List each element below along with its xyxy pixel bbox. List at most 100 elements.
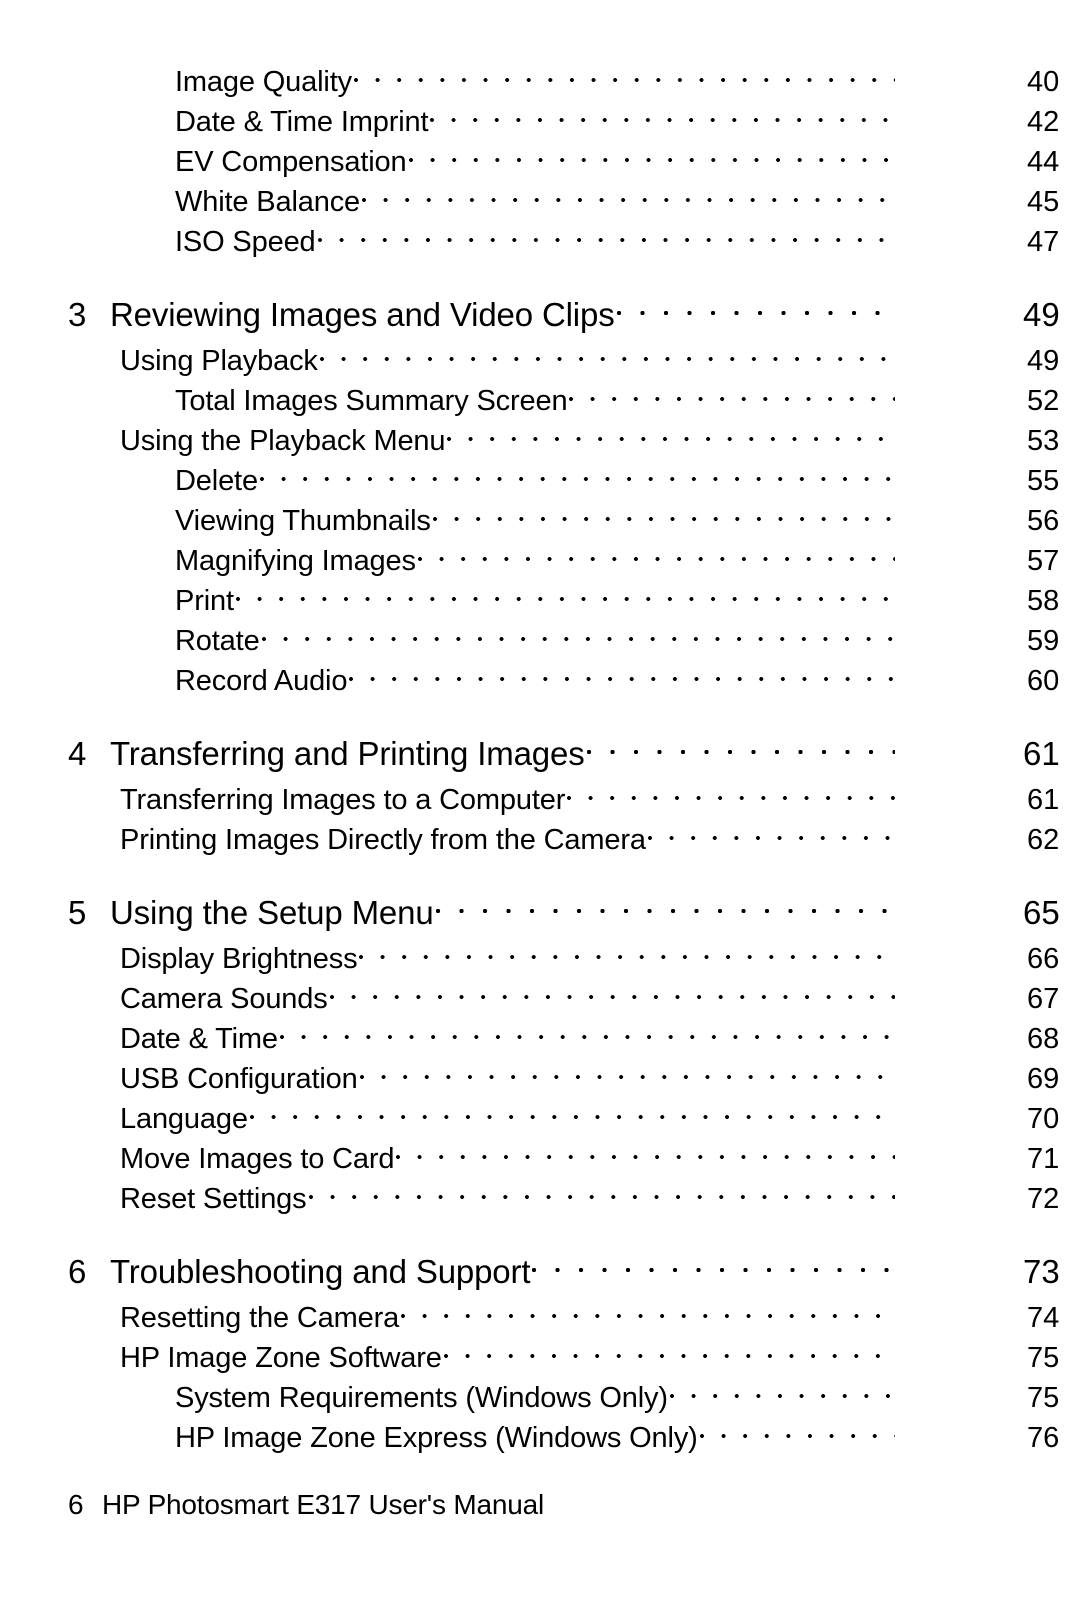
dot-leader bbox=[699, 1418, 895, 1447]
dot-leader bbox=[319, 341, 895, 370]
toc-entry-page-number: 62 bbox=[1027, 824, 1060, 856]
dot-leader bbox=[401, 1298, 895, 1327]
toc-entry-row[interactable]: Viewing Thumbnails 56 bbox=[0, 501, 1080, 541]
toc-entry-row[interactable]: Using the Playback Menu 53 bbox=[0, 421, 1080, 461]
toc-chapter-number: 6 bbox=[68, 1253, 87, 1290]
toc-entry-row[interactable]: Camera Sounds 67 bbox=[0, 979, 1080, 1019]
dot-leader bbox=[435, 891, 895, 924]
dot-leader bbox=[586, 732, 895, 765]
toc-entry-title: Date & Time Imprint bbox=[175, 106, 429, 138]
toc-entry-title: HP Image Zone Express (Windows Only) bbox=[175, 1422, 698, 1454]
toc-entry-title: Resetting the Camera bbox=[120, 1302, 400, 1334]
toc-entry-page-number: 42 bbox=[1027, 106, 1060, 138]
toc-entry-title: Reset Settings bbox=[120, 1183, 307, 1215]
toc-entry-row[interactable]: Reset Settings 72 bbox=[0, 1179, 1080, 1219]
toc-entry-title: HP Image Zone Software bbox=[120, 1342, 442, 1374]
toc-entry-row[interactable]: Record Audio 60 bbox=[0, 661, 1080, 701]
table-of-contents: Image Quality 40 Date & Time Imprint 42 EV C… bbox=[0, 62, 1080, 1458]
toc-entry-page-number: 67 bbox=[1027, 983, 1060, 1015]
toc-entry-title: Transferring and Printing Images bbox=[110, 735, 585, 772]
dot-leader bbox=[353, 62, 895, 91]
toc-entry-page-number: 65 bbox=[1023, 894, 1060, 931]
toc-entry-page-number: 61 bbox=[1027, 784, 1060, 816]
toc-entry-row[interactable]: Display Brightness 66 bbox=[0, 939, 1080, 979]
toc-entry-row[interactable]: Language 70 bbox=[0, 1099, 1080, 1139]
dot-leader bbox=[249, 1099, 895, 1128]
dot-leader bbox=[532, 1250, 895, 1283]
toc-entry-title: Display Brightness bbox=[120, 943, 358, 975]
toc-entry-row[interactable]: Rotate 59 bbox=[0, 621, 1080, 661]
toc-entry-page-number: 49 bbox=[1027, 345, 1060, 377]
toc-entry-page-number: 68 bbox=[1027, 1023, 1060, 1055]
dot-leader bbox=[569, 381, 895, 410]
toc-entry-row[interactable]: Magnifying Images 57 bbox=[0, 541, 1080, 581]
toc-entry-title: Total Images Summary Screen bbox=[175, 385, 568, 417]
toc-chapter-row[interactable]: 4 Transferring and Printing Images 61 bbox=[0, 728, 1080, 780]
toc-entry-page-number: 69 bbox=[1027, 1063, 1060, 1095]
toc-chapter-row[interactable]: 3 Reviewing Images and Video Clips 49 bbox=[0, 289, 1080, 341]
toc-entry-page-number: 75 bbox=[1027, 1342, 1060, 1374]
dot-leader bbox=[235, 581, 895, 610]
toc-entry-page-number: 52 bbox=[1027, 385, 1060, 417]
dot-leader bbox=[443, 1338, 895, 1367]
toc-entry-row[interactable]: ISO Speed 47 bbox=[0, 222, 1080, 262]
toc-entry-row[interactable]: Image Quality 40 bbox=[0, 62, 1080, 102]
toc-entry-page-number: 74 bbox=[1027, 1302, 1060, 1334]
dot-leader bbox=[349, 661, 895, 690]
toc-entry-row[interactable]: Move Images to Card 71 bbox=[0, 1139, 1080, 1179]
dot-leader bbox=[447, 421, 895, 450]
toc-entry-title: Rotate bbox=[175, 625, 260, 657]
toc-entry-page-number: 45 bbox=[1027, 186, 1060, 218]
toc-entry-row[interactable]: USB Configuration 69 bbox=[0, 1059, 1080, 1099]
toc-entry-row[interactable]: HP Image Zone Express (Windows Only) 76 bbox=[0, 1418, 1080, 1458]
toc-entry-title: Image Quality bbox=[175, 66, 352, 98]
toc-entry-row[interactable]: EV Compensation 44 bbox=[0, 142, 1080, 182]
toc-entry-page-number: 56 bbox=[1027, 505, 1060, 537]
toc-entry-page-number: 59 bbox=[1027, 625, 1060, 657]
footer-document-title: HP Photosmart E317 User's Manual bbox=[102, 1489, 544, 1520]
dot-leader bbox=[362, 182, 895, 211]
toc-entry-title: Troubleshooting and Support bbox=[110, 1253, 531, 1290]
toc-entry-page-number: 75 bbox=[1027, 1382, 1060, 1414]
toc-entry-row[interactable]: System Requirements (Windows Only) 75 bbox=[0, 1378, 1080, 1418]
toc-entry-row[interactable]: Using Playback 49 bbox=[0, 341, 1080, 381]
toc-entry-row[interactable]: Print 58 bbox=[0, 581, 1080, 621]
toc-entry-row[interactable]: Printing Images Directly from the Camera… bbox=[0, 820, 1080, 860]
toc-chapter-row[interactable]: 6 Troubleshooting and Support 73 bbox=[0, 1246, 1080, 1298]
toc-entry-row[interactable]: Delete 55 bbox=[0, 461, 1080, 501]
toc-entry-row[interactable]: White Balance 45 bbox=[0, 182, 1080, 222]
toc-entry-row[interactable]: Total Images Summary Screen 52 bbox=[0, 381, 1080, 421]
dot-leader bbox=[308, 1179, 896, 1208]
toc-entry-page-number: 58 bbox=[1027, 585, 1060, 617]
toc-entry-title: ISO Speed bbox=[175, 226, 316, 258]
toc-entry-page-number: 71 bbox=[1027, 1143, 1060, 1175]
toc-entry-page-number: 66 bbox=[1027, 943, 1060, 975]
dot-leader bbox=[647, 820, 895, 849]
toc-entry-title: System Requirements (Windows Only) bbox=[175, 1382, 668, 1414]
toc-entry-row[interactable]: Resetting the Camera 74 bbox=[0, 1298, 1080, 1338]
toc-entry-page-number: 44 bbox=[1027, 146, 1060, 178]
toc-chapter-number: 4 bbox=[68, 735, 87, 772]
toc-entry-title: Using the Playback Menu bbox=[120, 425, 446, 457]
toc-entry-page-number: 70 bbox=[1027, 1103, 1060, 1135]
dot-leader bbox=[408, 142, 896, 171]
toc-entry-title: Move Images to Card bbox=[120, 1143, 395, 1175]
dot-leader bbox=[359, 939, 895, 968]
toc-entry-row[interactable]: HP Image Zone Software 75 bbox=[0, 1338, 1080, 1378]
toc-entry-title: Delete bbox=[175, 465, 258, 497]
toc-entry-page-number: 55 bbox=[1027, 465, 1060, 497]
dot-leader bbox=[359, 1059, 895, 1088]
toc-chapter-number: 3 bbox=[68, 296, 87, 333]
toc-entry-title: Language bbox=[120, 1103, 248, 1135]
toc-entry-row[interactable]: Date & Time Imprint 42 bbox=[0, 102, 1080, 142]
page-footer: 6 HP Photosmart E317 User's Manual bbox=[0, 1487, 1080, 1523]
toc-entry-page-number: 72 bbox=[1027, 1183, 1060, 1215]
toc-chapter-number: 5 bbox=[68, 894, 87, 931]
toc-entry-title: EV Compensation bbox=[175, 146, 407, 178]
toc-entry-page-number: 60 bbox=[1027, 665, 1060, 697]
toc-chapter-row[interactable]: 5 Using the Setup Menu 65 bbox=[0, 887, 1080, 939]
toc-entry-row[interactable]: Date & Time 68 bbox=[0, 1019, 1080, 1059]
toc-entry-row[interactable]: Transferring Images to a Computer 61 bbox=[0, 780, 1080, 820]
dot-leader bbox=[432, 501, 895, 530]
toc-entry-title: White Balance bbox=[175, 186, 361, 218]
